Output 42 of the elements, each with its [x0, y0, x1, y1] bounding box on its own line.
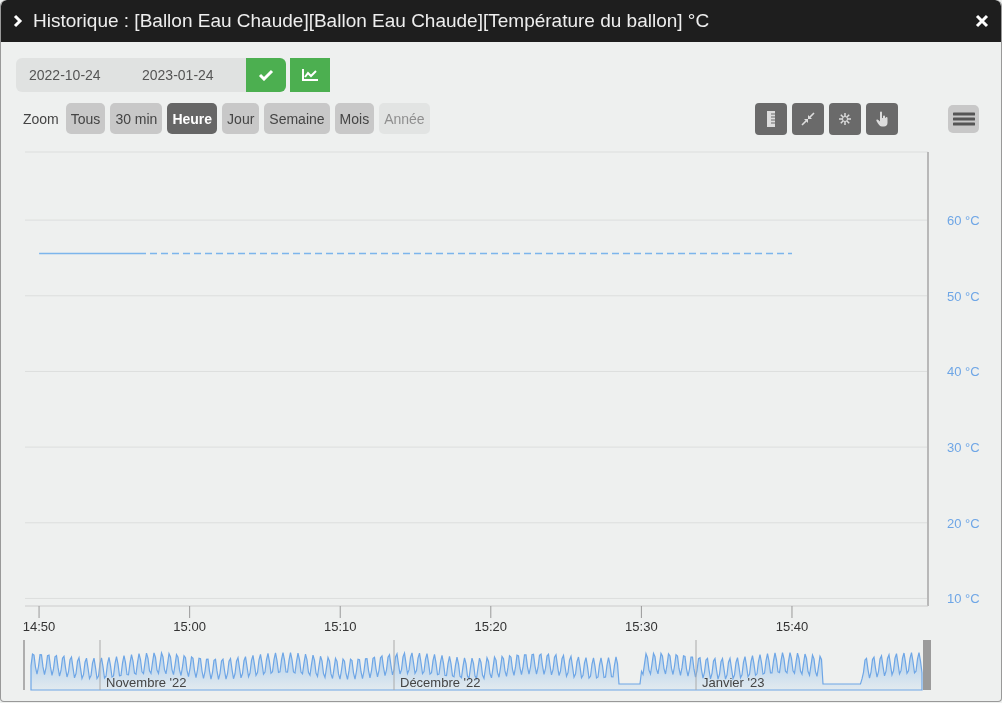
navigator-handle[interactable] — [923, 640, 931, 690]
y-axis-label: 40 °C — [947, 364, 980, 380]
line-chart-icon — [302, 69, 318, 81]
x-axis-label: 14:50 — [22, 619, 56, 634]
ruler-icon — [767, 110, 775, 127]
start-date-field[interactable]: 2022-10-24 — [16, 58, 129, 92]
menu-icon — [952, 111, 975, 126]
chevron-icon — [13, 14, 23, 28]
zoom-button[interactable]: Jour — [222, 103, 260, 134]
x-axis-label: 15:40 — [775, 619, 809, 634]
hand-pointer-icon — [875, 110, 889, 127]
zoom-button[interactable]: Heure — [167, 103, 218, 134]
y-axis-label: 30 °C — [947, 440, 980, 456]
y-axis-label: 50 °C — [947, 288, 980, 304]
compress-button[interactable] — [792, 102, 824, 135]
asterisk-button[interactable] — [829, 102, 861, 135]
y-axis-label: 60 °C — [947, 213, 980, 229]
compress-icon — [801, 111, 815, 126]
navigator-label: Novembre '22 — [106, 675, 187, 690]
chart-button[interactable] — [290, 58, 330, 92]
navigator-label: Janvier '23 — [702, 675, 765, 690]
menu-button[interactable] — [948, 104, 979, 133]
check-icon — [258, 69, 274, 81]
x-axis-label: 15:00 — [173, 619, 206, 634]
zoom-button[interactable]: Semaine — [264, 103, 330, 134]
ruler-button[interactable] — [755, 102, 787, 135]
y-axis-label: 20 °C — [947, 515, 980, 531]
window-title: Historique : [Ballon Eau Chaude][Ballon Eau Chaude][Température du ballon] °C — [33, 10, 711, 32]
x-axis-label: 15:30 — [625, 619, 658, 634]
zoom-button[interactable]: 30 min — [110, 103, 163, 134]
end-date-field[interactable]: 2023-01-24 — [129, 58, 246, 92]
apply-button[interactable] — [246, 58, 286, 92]
close-icon[interactable] — [975, 14, 989, 28]
zoom-button[interactable]: Mois — [334, 103, 375, 134]
navigator-label: Décembre '22 — [400, 675, 481, 690]
y-axis-label: 10 °C — [947, 591, 980, 607]
asterisk-icon — [838, 111, 852, 126]
x-axis-label: 15:10 — [323, 619, 357, 634]
hand-button[interactable] — [866, 102, 898, 135]
zoom-button[interactable]: Tous — [65, 103, 106, 134]
zoom-label: Zoom — [23, 110, 59, 127]
x-axis-label: 15:20 — [474, 619, 508, 634]
